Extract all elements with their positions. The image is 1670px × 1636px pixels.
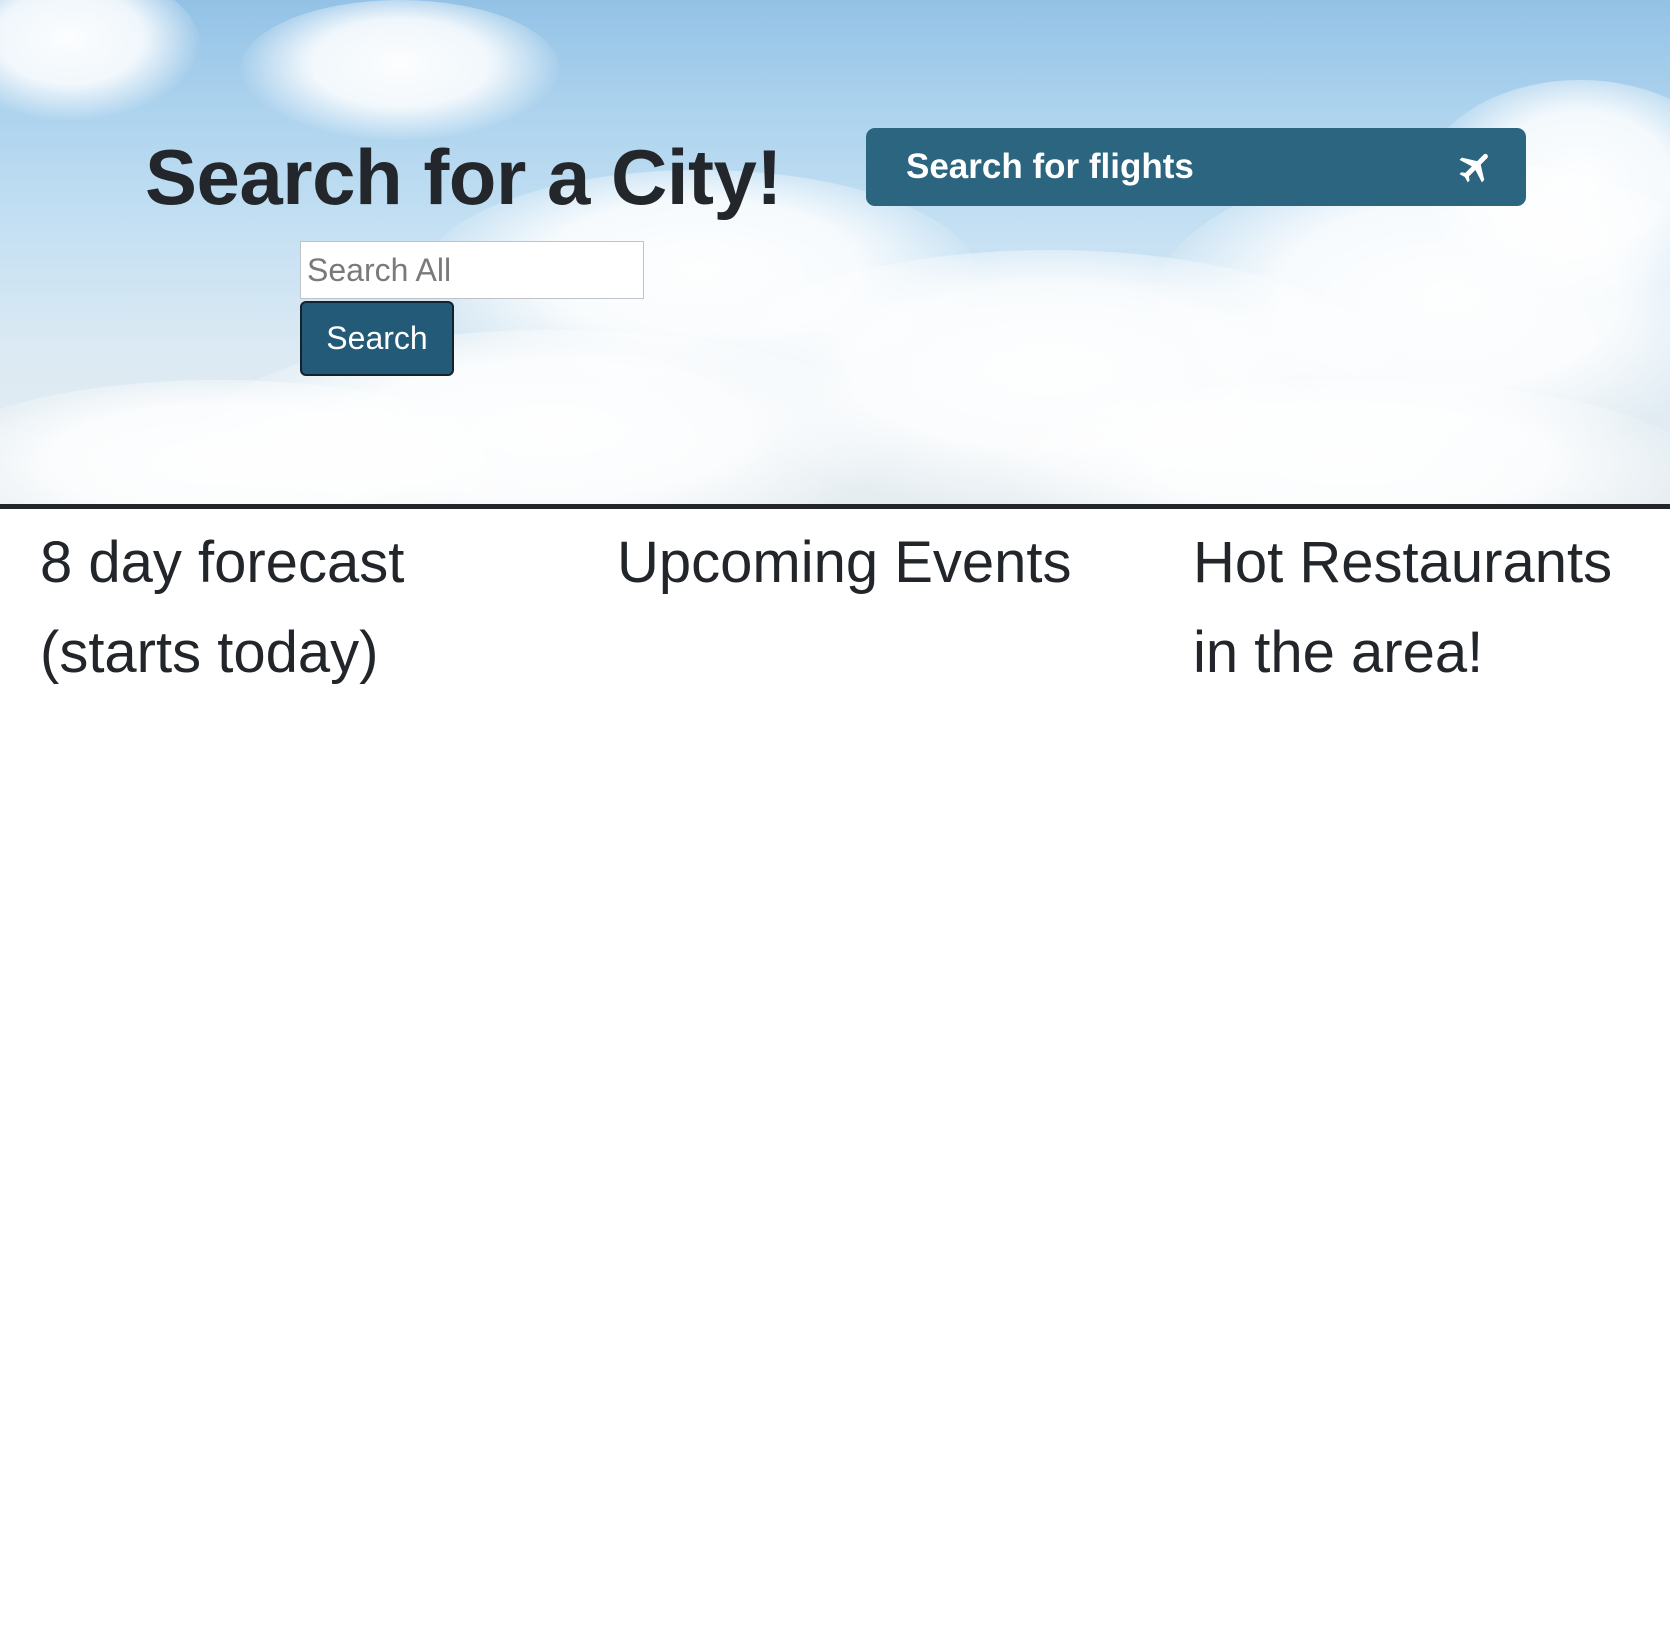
events-heading: Upcoming Events <box>617 530 1072 595</box>
search-input[interactable] <box>300 241 644 299</box>
page-title: Search for a City! <box>145 133 782 221</box>
hero-banner: Search for a City! Search Search for fli… <box>0 0 1670 504</box>
hero-divider <box>0 504 1670 509</box>
cloud-shape <box>0 0 200 120</box>
search-flights-button[interactable]: Search for flights <box>866 128 1526 206</box>
search-button[interactable]: Search <box>300 301 454 376</box>
airplane-icon <box>1456 147 1496 187</box>
cloud-shape <box>240 0 560 140</box>
search-flights-label: Search for flights <box>906 147 1194 186</box>
forecast-heading: 8 day forecast (starts today) <box>40 530 405 685</box>
restaurants-heading: Hot Restaurants in the area! <box>1193 530 1613 685</box>
